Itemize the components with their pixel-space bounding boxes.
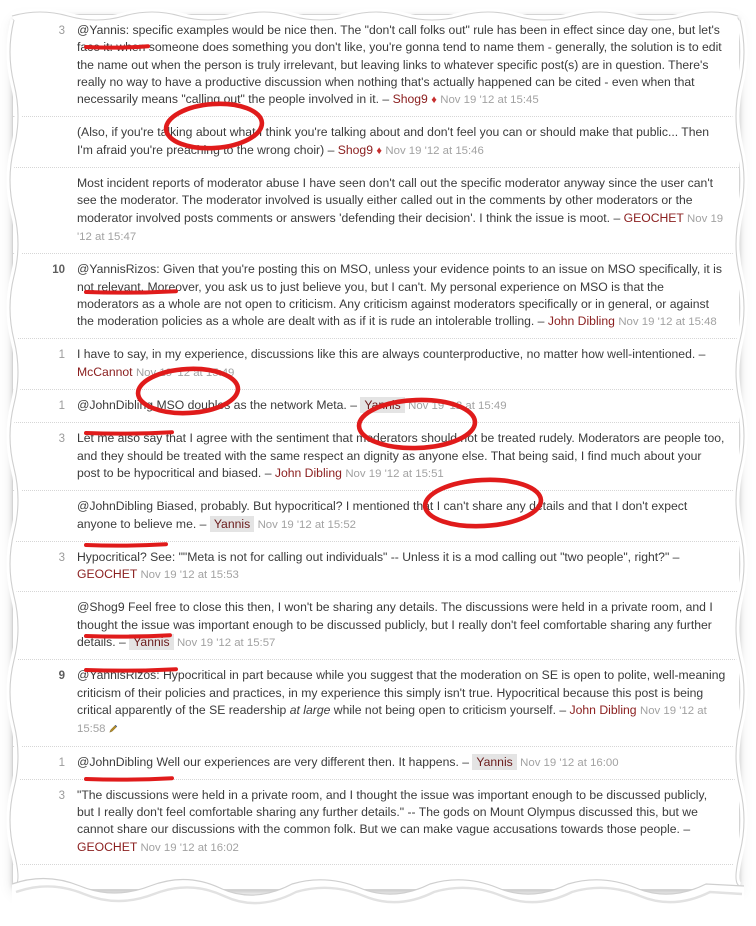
moderator-diamond-icon: ♦ (431, 94, 437, 107)
comment-score: 1 (58, 349, 65, 362)
comment-timestamp[interactable]: Nov 19 '12 at 15:53 (140, 569, 238, 581)
comment-dash: – (698, 347, 706, 362)
comment-mention[interactable]: @Shog9 (77, 600, 125, 614)
comment-body: Let me also say that I agree with the se… (77, 430, 727, 483)
comment-author-link[interactable]: GEOCHET (77, 567, 137, 581)
comment-row: (Also, if you're talking about what I th… (13, 117, 739, 169)
comment-row: 1 @JohnDibling MSO doubles as the network… (13, 390, 739, 424)
comment-body: @JohnDibling Biased, probably. But hypoc… (77, 498, 727, 534)
comment-score: 3 (58, 551, 65, 564)
comment-score (19, 124, 77, 125)
comment-timestamp[interactable]: Nov 19 '12 at 15:46 (385, 145, 483, 157)
pencil-icon[interactable] (108, 724, 118, 734)
comment-author-link[interactable]: John Dibling (570, 703, 637, 717)
comment-row: @Shog9 Feel free to close this then, I w… (13, 592, 739, 661)
comment-author-link[interactable]: McCannot (77, 365, 133, 379)
comment-dash: – (327, 142, 335, 157)
comment-text: I have to say, in my experience, discuss… (77, 347, 696, 362)
comment-list: 3 @Yannis: specific examples would be nic… (13, 15, 739, 865)
comment-author-link[interactable]: Shog9 (393, 92, 428, 106)
comment-body: @JohnDibling MSO doubles as the network … (77, 397, 727, 415)
comment-score (19, 599, 77, 600)
comment-author-link[interactable]: GEOCHET (77, 840, 137, 854)
comment-mention[interactable]: @Yannis: (77, 23, 129, 37)
comment-row: 10 @YannisRizos: Given that you're postin… (13, 254, 739, 340)
comment-body: Hypocritical? See: ""Meta is not for cal… (77, 549, 727, 585)
comment-dash: – (672, 549, 680, 564)
comment-text: "The discussions were held in a private … (77, 787, 708, 837)
comment-mention[interactable]: @JohnDibling (77, 499, 153, 513)
comment-body: "The discussions were held in a private … (77, 787, 727, 857)
comment-author-link[interactable]: Yannis (129, 634, 174, 651)
comment-timestamp[interactable]: Nov 19 '12 at 15:52 (258, 519, 356, 531)
comment-text: Biased, probably. But hypocritical? I me… (77, 499, 688, 531)
comment-row: Most incident reports of moderator abuse… (13, 168, 739, 255)
comment-mention[interactable]: @JohnDibling (77, 398, 153, 412)
comment-text-italic: at large (289, 702, 331, 717)
comment-dash: – (119, 635, 126, 650)
comment-author-link[interactable]: John Dibling (548, 314, 615, 328)
comment-timestamp[interactable]: Nov 19 '12 at 15:48 (618, 316, 716, 328)
comment-body: @Yannis: specific examples would be nice… (77, 22, 727, 109)
comment-body: @YannisRizos: Hypocritical in part becau… (77, 667, 727, 738)
comment-score: 9 (58, 670, 65, 683)
comment-body: @JohnDibling Well our experiences are ve… (77, 753, 727, 772)
comment-text: MSO doubles as the network Meta. (153, 398, 347, 413)
comment-row: 3 Let me also say that I agree with the s… (13, 423, 739, 492)
comment-author-link[interactable]: Yannis (209, 515, 255, 532)
comment-mention[interactable]: @YannisRizos: (77, 262, 160, 276)
comment-dash: – (382, 92, 390, 107)
comment-timestamp[interactable]: Nov 19 '12 at 16:00 (520, 757, 618, 769)
comment-text-tail: while not being open to criticism yourse… (330, 702, 556, 717)
comment-timestamp[interactable]: Nov 19 '12 at 16:02 (140, 842, 238, 854)
comment-body: @YannisRizos: Given that you're posting … (77, 261, 727, 331)
comment-row: 3 @Yannis: specific examples would be nic… (13, 15, 739, 118)
comment-row: 1 @JohnDibling Well our experiences are v… (13, 747, 739, 780)
comment-mention[interactable]: @YannisRizos: (77, 668, 160, 682)
comment-author-link[interactable]: Shog9 (338, 143, 373, 157)
moderator-diamond-icon: ♦ (376, 144, 382, 157)
comment-author-link[interactable]: Yannis (360, 397, 405, 414)
comment-row: 3 Hypocritical? See: ""Meta is not for ca… (13, 542, 739, 593)
comment-mention[interactable]: @JohnDibling (77, 755, 153, 769)
comment-thread-panel: 3 @Yannis: specific examples would be nic… (12, 14, 740, 890)
comment-dash: – (537, 314, 545, 329)
comment-dash: – (350, 398, 357, 413)
comment-score: 3 (58, 433, 65, 446)
comment-timestamp[interactable]: Nov 19 '12 at 15:49 (408, 400, 506, 412)
comment-timestamp[interactable]: Nov 19 '12 at 15:51 (345, 468, 443, 480)
comment-score: 10 (52, 264, 65, 277)
comment-text: Hypocritical? See: ""Meta is not for cal… (77, 549, 670, 564)
comment-body: Most incident reports of moderator abuse… (77, 175, 727, 246)
comment-score: 3 (58, 789, 65, 802)
comment-score (19, 175, 77, 176)
comment-dash: – (613, 210, 621, 225)
comment-row: 1 I have to say, in my experience, discus… (13, 339, 739, 391)
comment-author-link[interactable]: GEOCHET (624, 211, 684, 225)
comment-timestamp[interactable]: Nov 19 '12 at 15:45 (440, 94, 538, 106)
comment-body: @Shog9 Feel free to close this then, I w… (77, 599, 727, 652)
comment-author-link[interactable]: Yannis (472, 753, 517, 770)
comment-timestamp[interactable]: Nov 19 '12 at 15:49 (136, 367, 234, 379)
comment-dash: – (559, 702, 567, 717)
comment-dash: – (683, 822, 691, 837)
comment-row: 9 @YannisRizos: Hypocritical in part beca… (13, 660, 739, 747)
comment-text: Well our experiences are very different … (153, 754, 459, 769)
comment-dash: – (199, 516, 207, 531)
comment-dash: – (264, 465, 272, 480)
comment-row: 3 "The discussions were held in a private… (13, 780, 739, 865)
comment-row: @JohnDibling Biased, probably. But hypoc… (13, 491, 739, 542)
comment-score: 3 (58, 25, 65, 37)
comment-score (19, 498, 77, 499)
comment-body: I have to say, in my experience, discuss… (77, 346, 727, 382)
paper-sheet: 3 @Yannis: specific examples would be nic… (0, 0, 756, 926)
comment-timestamp[interactable]: Nov 19 '12 at 15:57 (177, 637, 275, 649)
comment-body: (Also, if you're talking about what I th… (77, 124, 727, 160)
comment-score: 1 (58, 400, 65, 413)
comment-author-link[interactable]: John Dibling (275, 466, 342, 480)
comment-dash: – (462, 754, 469, 769)
comment-score: 1 (58, 756, 65, 769)
